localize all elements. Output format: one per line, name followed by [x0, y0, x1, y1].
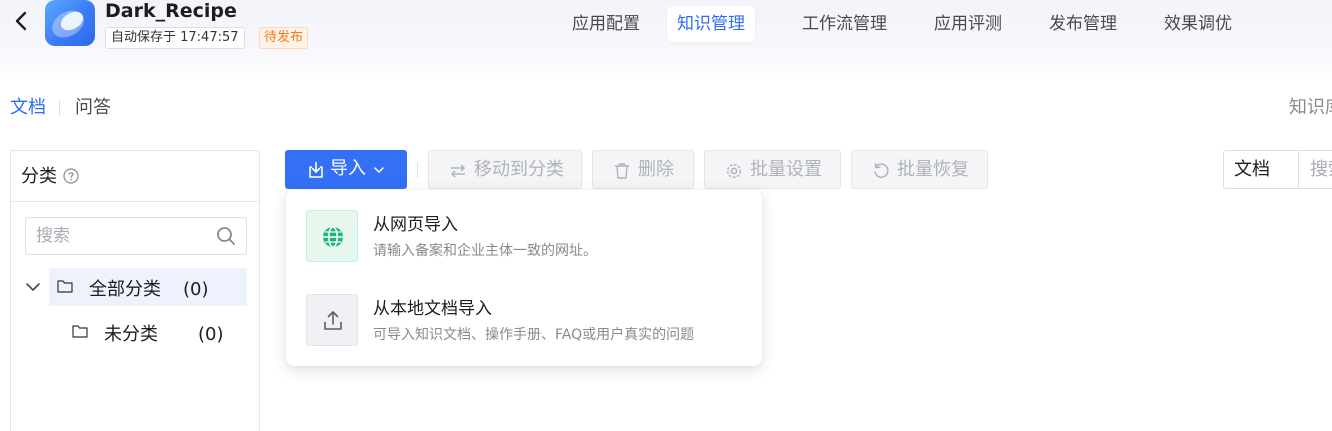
- subtab-documents[interactable]: 文档: [10, 96, 46, 120]
- import-from-local-desc: 可导入知识文档、操作手册、FAQ或用户真实的问题: [373, 327, 695, 343]
- tab-publish-management[interactable]: 发布管理: [1039, 6, 1127, 42]
- tree-item-count: (0): [183, 279, 209, 300]
- tab-app-config[interactable]: 应用配置: [562, 6, 650, 42]
- tab-workflow-management[interactable]: 工作流管理: [792, 6, 897, 42]
- batch-settings-label: 批量设置: [750, 159, 822, 180]
- restore-icon: [874, 162, 889, 178]
- app-logo-icon: [52, 10, 84, 38]
- app-name: Dark_Recipe: [105, 0, 237, 22]
- tree-item-label: 全部分类: [89, 279, 161, 300]
- upload-icon-box: [306, 294, 358, 346]
- category-panel: 分类 全部分类 (0) 未分类 (0): [10, 150, 260, 431]
- move-to-category-label: 移动到分类: [474, 159, 564, 180]
- import-dropdown-menu: 从网页导入 请输入备案和企业主体一致的网址。 从本地文档导入 可导入知识文档、操…: [286, 190, 762, 366]
- delete-label: 删除: [638, 159, 674, 180]
- autosave-status: 自动保存于 17:47:57: [105, 27, 245, 49]
- category-title: 分类: [21, 166, 57, 187]
- trash-icon: [615, 163, 629, 179]
- document-filter[interactable]: 文档 搜索: [1223, 150, 1332, 189]
- import-from-web-desc: 请输入备案和企业主体一致的网址。: [373, 243, 597, 259]
- knowledge-base-label[interactable]: 知识库: [1289, 96, 1332, 120]
- batch-settings-button[interactable]: 批量设置: [704, 150, 841, 189]
- move-to-category-button[interactable]: 移动到分类: [428, 150, 582, 189]
- batch-restore-button[interactable]: 批量恢复: [851, 150, 988, 189]
- globe-icon-box: [306, 210, 358, 262]
- category-header: 分类: [11, 151, 259, 202]
- chevron-down-icon: [374, 167, 384, 173]
- gear-icon: [726, 163, 742, 179]
- swap-icon: [450, 164, 466, 178]
- tab-app-evaluation[interactable]: 应用评测: [924, 6, 1012, 42]
- import-button[interactable]: 导入: [285, 150, 407, 189]
- import-from-web-title: 从网页导入: [373, 215, 458, 235]
- import-from-local-option[interactable]: 从本地文档导入 可导入知识文档、操作手册、FAQ或用户真实的问题: [286, 278, 762, 362]
- category-search-input[interactable]: [36, 218, 216, 254]
- tree-item-all-categories[interactable]: 全部分类 (0): [49, 268, 247, 306]
- import-from-local-title: 从本地文档导入: [373, 299, 492, 319]
- subtab-qa[interactable]: 问答: [75, 96, 111, 120]
- delete-button[interactable]: 删除: [592, 150, 694, 189]
- app-header: Dark_Recipe 自动保存于 17:47:57 待发布 应用配置 知识管理…: [0, 0, 1332, 80]
- folder-icon: [72, 325, 88, 338]
- import-button-label: 导入: [330, 158, 366, 179]
- tree-item-count: (0): [198, 324, 224, 345]
- filter-separator: [1298, 151, 1299, 188]
- search-icon[interactable]: [216, 226, 236, 246]
- app-logo: [45, 0, 95, 46]
- import-from-web-option[interactable]: 从网页导入 请输入备案和企业主体一致的网址。: [286, 194, 762, 278]
- globe-icon: [323, 226, 343, 248]
- chevron-down-icon[interactable]: [25, 279, 41, 295]
- help-icon[interactable]: [63, 168, 79, 184]
- tree-item-label: 未分类: [104, 324, 158, 345]
- subtab-divider: [59, 100, 60, 116]
- batch-restore-label: 批量恢复: [897, 159, 969, 180]
- import-icon: [309, 161, 323, 178]
- toolbar-divider: [417, 162, 418, 178]
- upload-icon: [324, 311, 342, 330]
- tab-effect-tuning[interactable]: 效果调优: [1154, 6, 1242, 42]
- folder-icon: [57, 280, 73, 293]
- tree-item-uncategorized[interactable]: 未分类 (0): [49, 313, 247, 351]
- status-badge: 待发布: [259, 27, 309, 49]
- tab-knowledge-management[interactable]: 知识管理: [667, 6, 755, 42]
- document-search-input[interactable]: 搜索: [1310, 159, 1332, 181]
- filter-type-select[interactable]: 文档: [1234, 159, 1270, 181]
- back-arrow-icon[interactable]: [10, 10, 32, 32]
- category-search[interactable]: [25, 217, 247, 255]
